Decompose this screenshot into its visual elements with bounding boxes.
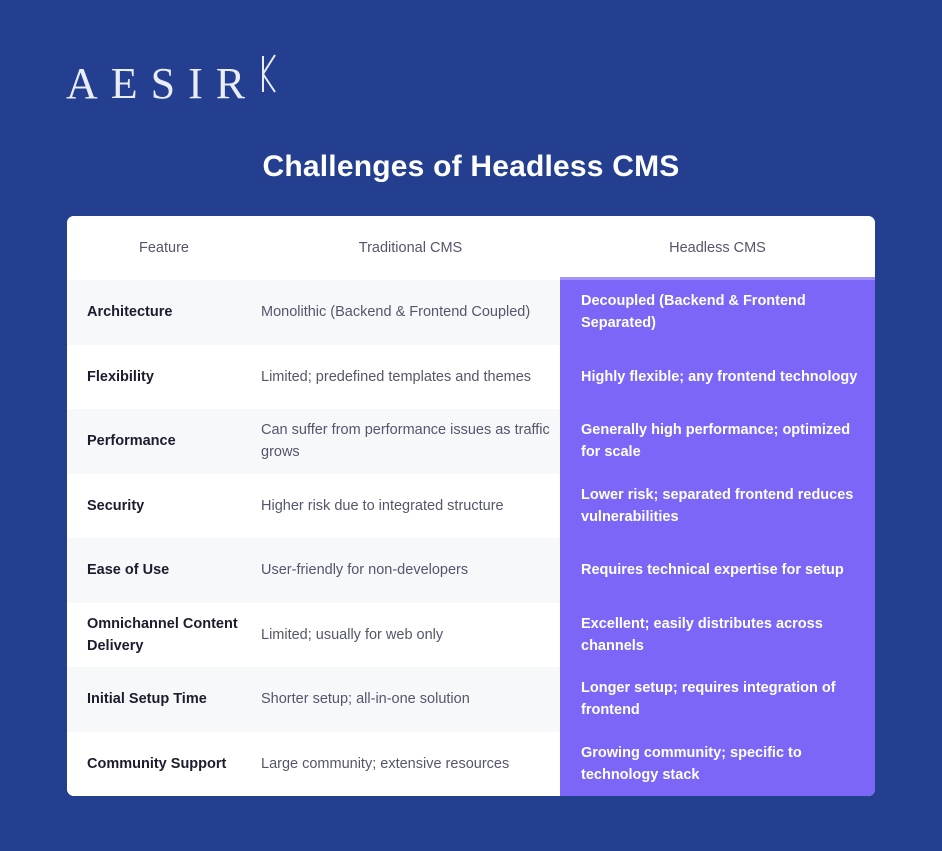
headless-text: Decoupled (Backend & Frontend Separated) — [581, 293, 806, 332]
brand-logo: AESIR — [66, 54, 278, 114]
cell-traditional: Limited; usually for web only — [261, 603, 560, 668]
headless-text: Highly flexible; any frontend technology — [581, 368, 858, 385]
column-header-feature-label: Feature — [139, 240, 189, 256]
column-header-headless-label: Headless CMS — [669, 240, 766, 256]
traditional-text: Large community; extensive resources — [261, 755, 510, 772]
headless-text: Longer setup; requires integration of fr… — [581, 680, 836, 719]
table-header-row: Feature Traditional CMS Headless CMS — [67, 216, 875, 280]
cell-traditional: Shorter setup; all-in-one solution — [261, 667, 560, 732]
brand-wordmark: AESIR — [66, 59, 259, 108]
feature-label: Omnichannel Content Delivery — [87, 615, 238, 654]
feature-label: Community Support — [87, 755, 227, 772]
headless-text: Growing community; specific to technolog… — [581, 744, 802, 783]
cell-feature: Architecture — [67, 280, 261, 345]
feature-label: Performance — [87, 433, 176, 450]
aesir-rune-icon — [254, 52, 278, 104]
feature-label: Security — [87, 497, 145, 514]
traditional-text: Limited; usually for web only — [261, 626, 444, 643]
headless-cell: Growing community; specific to technolog… — [560, 732, 875, 797]
feature-label: Flexibility — [87, 368, 154, 385]
headless-text: Lower risk; separated frontend reduces v… — [581, 486, 854, 525]
feature-label: Architecture — [87, 304, 173, 321]
traditional-text: User-friendly for non-developers — [261, 562, 469, 579]
cell-traditional: Can suffer from performance issues as tr… — [261, 409, 560, 474]
headless-cell: Decoupled (Backend & Frontend Separated) — [560, 280, 875, 345]
cell-feature: Security — [67, 474, 261, 539]
cell-traditional: Limited; predefined templates and themes — [261, 345, 560, 410]
headless-text: Excellent; easily distributes across cha… — [581, 615, 823, 654]
feature-label: Initial Setup Time — [87, 691, 207, 708]
cell-traditional: User-friendly for non-developers — [261, 538, 560, 603]
feature-label: Ease of Use — [87, 562, 170, 579]
traditional-text: Can suffer from performance issues as tr… — [261, 422, 550, 461]
headless-cell: Generally high performance; optimized fo… — [560, 409, 875, 474]
headless-cell: Highly flexible; any frontend technology — [560, 345, 875, 410]
page-title: Challenges of Headless CMS — [262, 150, 680, 183]
traditional-text: Higher risk due to integrated structure — [261, 497, 504, 514]
cell-feature: Omnichannel Content Delivery — [67, 603, 261, 668]
cell-feature: Performance — [67, 409, 261, 474]
headless-cell: Excellent; easily distributes across cha… — [560, 603, 875, 668]
headless-text: Requires technical expertise for setup — [581, 562, 844, 579]
headless-cell: Requires technical expertise for setup — [560, 538, 875, 603]
cell-traditional: Higher risk due to integrated structure — [261, 474, 560, 539]
column-header-headless: Headless CMS — [560, 216, 875, 280]
headless-column-values: Decoupled (Backend & Frontend Separated)… — [560, 280, 875, 796]
headless-cell: Longer setup; requires integration of fr… — [560, 667, 875, 732]
headless-cell: Lower risk; separated frontend reduces v… — [560, 474, 875, 539]
column-header-traditional-label: Traditional CMS — [358, 240, 463, 256]
traditional-text: Shorter setup; all-in-one solution — [261, 691, 470, 708]
cell-traditional: Large community; extensive resources — [261, 732, 560, 797]
column-header-feature: Feature — [67, 216, 261, 280]
cell-feature: Flexibility — [67, 345, 261, 410]
column-header-traditional: Traditional CMS — [261, 216, 560, 280]
slide-canvas: AESIR Challenges of Headless CMS Feature… — [0, 0, 942, 851]
traditional-text: Limited; predefined templates and themes — [261, 368, 532, 385]
cell-feature: Community Support — [67, 732, 261, 797]
traditional-text: Monolithic (Backend & Frontend Coupled) — [261, 304, 531, 321]
cell-feature: Ease of Use — [67, 538, 261, 603]
cell-feature: Initial Setup Time — [67, 667, 261, 732]
cell-traditional: Monolithic (Backend & Frontend Coupled) — [261, 280, 560, 345]
headless-text: Generally high performance; optimized fo… — [581, 422, 851, 461]
